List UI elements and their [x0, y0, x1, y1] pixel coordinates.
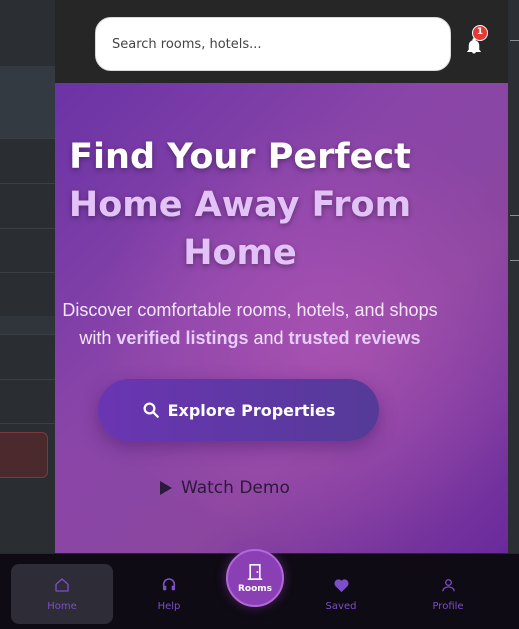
divider [510, 40, 519, 41]
nav-rooms[interactable]: Rooms [226, 549, 284, 607]
subtitle-verified-listings: verified listings [116, 328, 249, 348]
nav-help-label: Help [157, 600, 181, 612]
heart-icon [333, 578, 349, 592]
sidebar-header [0, 0, 55, 67]
background-sidebar: ⋮ [0, 0, 55, 553]
hero-title-line1: Find Your Perfect [69, 137, 411, 177]
hero-subtitle-line1: Discover comfortable rooms, hotels, and … [62, 300, 438, 320]
nav-saved-label: Saved [325, 600, 357, 612]
headset-icon [162, 577, 176, 590]
watch-demo-label: Watch Demo [181, 478, 290, 498]
sidebar-danger-item[interactable] [0, 432, 48, 478]
nav-saved[interactable]: Saved [290, 564, 392, 624]
explore-properties-label: Explore Properties [167, 400, 336, 420]
home-icon [55, 577, 69, 592]
divider [510, 215, 519, 216]
user-icon [441, 578, 455, 591]
bottom-navigation: Home Help Rooms Saved Profile [0, 549, 519, 629]
hero-subtitle: Discover comfortable rooms, hotels, and … [55, 296, 465, 352]
nav-help[interactable]: Help [118, 564, 220, 624]
sidebar-item[interactable] [0, 138, 55, 184]
play-icon [160, 481, 172, 495]
sidebar-item[interactable] [0, 272, 55, 317]
search-icon [143, 402, 159, 418]
main-panel: 1 Find Your Perfect Home Away From Home … [55, 0, 508, 553]
notification-badge: 1 [472, 25, 488, 41]
hero-title-line2: Home Away From [68, 185, 412, 225]
hero-section: Find Your Perfect Home Away From Home Di… [55, 83, 508, 553]
nav-home[interactable]: Home [11, 564, 113, 624]
subtitle-and: and [248, 328, 289, 348]
sidebar-item-active[interactable] [0, 66, 55, 139]
hero-title-line3: Home [183, 233, 297, 273]
watch-demo-button[interactable]: Watch Demo [159, 476, 319, 500]
door-icon [247, 563, 263, 580]
explore-properties-button[interactable]: Explore Properties [98, 379, 379, 441]
sidebar-item[interactable] [0, 183, 55, 229]
divider [510, 260, 519, 261]
nav-profile-label: Profile [432, 600, 464, 612]
hero-subtitle-line2: with verified listings and trusted revie… [55, 324, 465, 352]
sidebar-item[interactable] [0, 379, 55, 424]
search-input[interactable] [95, 17, 451, 71]
sidebar-item[interactable] [0, 334, 55, 380]
nav-profile[interactable]: Profile [397, 564, 499, 624]
sidebar-divider [0, 316, 55, 335]
background-right-strip [508, 0, 519, 553]
top-header: 1 [55, 0, 508, 83]
nav-home-label: Home [47, 600, 77, 612]
sidebar-item[interactable] [0, 228, 55, 273]
subtitle-with: with [79, 328, 117, 348]
subtitle-trusted-reviews: trusted reviews [288, 328, 421, 348]
nav-rooms-label: Rooms [237, 583, 273, 594]
